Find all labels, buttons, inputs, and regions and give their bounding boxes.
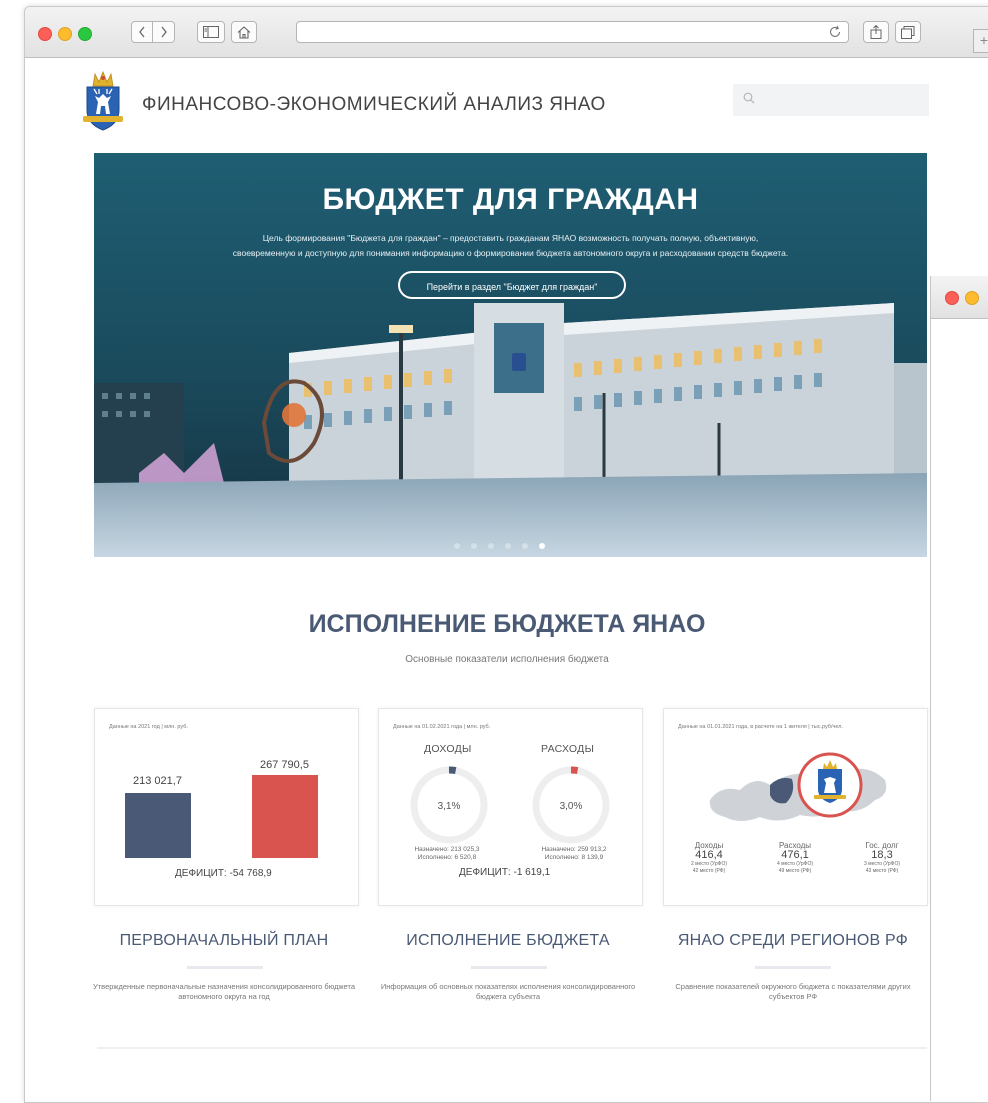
background-window-titlebar	[931, 276, 988, 319]
divider	[187, 966, 263, 969]
share-icon	[870, 25, 882, 39]
carousel-dot[interactable]	[488, 543, 494, 549]
home-button[interactable]	[231, 21, 257, 43]
hero-description: Цель формирования "Бюджета для граждан" …	[134, 231, 887, 261]
income-stat-rank: 2 место (УрФО)	[690, 861, 728, 867]
deficit-value: ДЕФИЦИТ: -54 768,9	[175, 868, 272, 879]
section-title: ИСПОЛНЕНИЕ БЮДЖЕТА ЯНАО	[308, 610, 706, 638]
section-divider	[97, 1047, 927, 1049]
web-page: ФИНАНСОВО-ЭКОНОМИЧЕСКИЙ АНАЛИЗ ЯНАО БЮДЖ…	[25, 58, 988, 1102]
browser-titlebar: +	[25, 7, 988, 58]
background-browser-window[interactable]	[930, 276, 988, 1101]
tabs-button[interactable]	[895, 21, 921, 43]
divider	[471, 966, 547, 969]
back-button[interactable]	[131, 21, 153, 43]
forward-button[interactable]	[153, 21, 175, 43]
chevron-right-icon	[160, 26, 167, 38]
sidebar-button[interactable]	[197, 21, 225, 43]
site-title[interactable]: ФИНАНСОВО-ЭКОНОМИЧЕСКИЙ АНАЛИЗ ЯНАО	[142, 94, 606, 116]
regions-comparison-description: Сравнение показателей окружного бюджета …	[675, 982, 911, 1001]
browser-window: + ФИНАНСОВО-ЭКОНОМИЧЕСКИЙ АНАЛИЗ ЯНАО БЮ…	[24, 6, 988, 1103]
debt-stat-rank: 3 место (УрФО)	[863, 861, 901, 867]
expense-done: Исполнено: 8 139,9	[544, 854, 604, 861]
budget-execution-title[interactable]: ИСПОЛНЕНИЕ БЮДЖЕТА	[373, 932, 643, 950]
section-subtitle: Основные показатели исполнения бюджета	[405, 654, 609, 665]
expense-details: Назначено: 259 913,2 Исполнено: 8 139,9	[524, 846, 624, 862]
deficit-value: ДЕФИЦИТ: -1 619,1	[459, 867, 551, 878]
minimize-window-button[interactable]	[965, 291, 979, 305]
regions-comparison-title[interactable]: ЯНАО СРЕДИ РЕГИОНОВ РФ	[658, 932, 928, 950]
initial-plan-description: Утвержденные первоначальные назначения к…	[92, 982, 356, 1001]
card-note: Данные на 2021 год | млн. руб.	[109, 724, 188, 730]
card-note: Данные на 01.01.2021 года, в расчете на …	[678, 724, 843, 730]
russia-map-image	[709, 752, 887, 821]
new-tab-button[interactable]: +	[973, 29, 988, 53]
initial-plan-title[interactable]: ПЕРВОНАЧАЛЬНЫЙ ПЛАН	[89, 932, 359, 950]
maximize-window-button[interactable]	[78, 27, 92, 41]
expense-label: РАСХОДЫ	[541, 743, 595, 755]
income-stat: Доходы 416,4 2 место (УрФО) 42 место (РФ…	[674, 841, 744, 875]
income-done: Исполнено: 6 520,8	[417, 854, 477, 861]
carousel-dot[interactable]	[471, 543, 477, 549]
share-button[interactable]	[863, 21, 889, 43]
expense-stat-rank: 4 место (УрФО)	[776, 861, 814, 867]
debt-stat-rank: 43 место (РФ)	[865, 868, 899, 874]
carousel-dot[interactable]	[505, 543, 511, 549]
carousel-dot[interactable]	[454, 543, 460, 549]
home-icon	[237, 25, 251, 39]
budget-execution-card[interactable]: Данные на 01.02.2021 года | млн. руб. ДО…	[378, 708, 643, 906]
sidebar-icon	[203, 26, 219, 38]
card-note: Данные на 01.02.2021 года | млн. руб.	[393, 724, 491, 730]
search-icon	[743, 92, 755, 104]
income-stat-value: 416,4	[695, 849, 723, 861]
close-window-button[interactable]	[945, 291, 959, 305]
carousel-dot[interactable]	[522, 543, 528, 549]
income-planned: Назначено: 213 025,3	[414, 846, 480, 853]
expense-stat: Расходы 476,1 4 место (УрФО) 49 место (Р…	[760, 841, 830, 875]
reload-icon[interactable]	[828, 25, 842, 39]
income-stat-rank: 42 место (РФ)	[692, 868, 726, 874]
income-bar	[125, 793, 191, 858]
hero-description-line: Цель формирования "Бюджета для граждан" …	[262, 233, 759, 243]
close-window-button[interactable]	[38, 27, 52, 41]
tabs-icon	[901, 25, 915, 39]
yanao-coat-of-arms-logo[interactable]	[79, 70, 127, 132]
income-label: ДОХОДЫ	[424, 743, 472, 755]
hero-title: БЮДЖЕТ ДЛЯ ГРАЖДАН	[322, 183, 699, 216]
regions-comparison-card[interactable]: Данные на 01.01.2021 года, в расчете на …	[663, 708, 928, 906]
debt-stat: Гос. долг 18,3 3 место (УрФО) 43 место (…	[847, 841, 917, 875]
expense-bar	[252, 775, 318, 858]
income-progress-ring: 3,1%	[410, 766, 488, 844]
expense-progress-ring: 3,0%	[532, 766, 610, 844]
carousel-dots	[454, 543, 574, 551]
chevron-left-icon	[139, 26, 145, 38]
initial-plan-card[interactable]: Данные на 2021 год | млн. руб. 213 021,7…	[94, 708, 359, 906]
divider	[755, 966, 831, 969]
income-details: Назначено: 213 025,3 Исполнено: 6 520,8	[397, 846, 497, 862]
debt-stat-value: 18,3	[871, 849, 893, 861]
expense-stat-value: 476,1	[781, 849, 809, 861]
income-value: 213 021,7	[133, 775, 182, 787]
address-bar[interactable]	[296, 21, 849, 43]
carousel-dot-active[interactable]	[539, 543, 545, 549]
expense-stat-rank: 49 место (РФ)	[778, 868, 812, 874]
budget-for-citizens-button[interactable]: Перейти в раздел "Бюджет для граждан"	[398, 271, 626, 299]
budget-execution-description: Информация об основных показателях испол…	[380, 982, 636, 1001]
expense-value: 267 790,5	[260, 759, 309, 771]
income-percent: 3,1%	[438, 801, 461, 812]
hero-description-line: своевременную и доступную для понимания …	[232, 248, 789, 258]
minimize-window-button[interactable]	[58, 27, 72, 41]
expense-planned: Назначено: 259 913,2	[541, 846, 607, 853]
expense-percent: 3,0%	[560, 801, 583, 812]
search-input[interactable]	[733, 84, 929, 116]
hero-banner: БЮДЖЕТ ДЛЯ ГРАЖДАН Цель формирования "Бю…	[94, 153, 927, 557]
